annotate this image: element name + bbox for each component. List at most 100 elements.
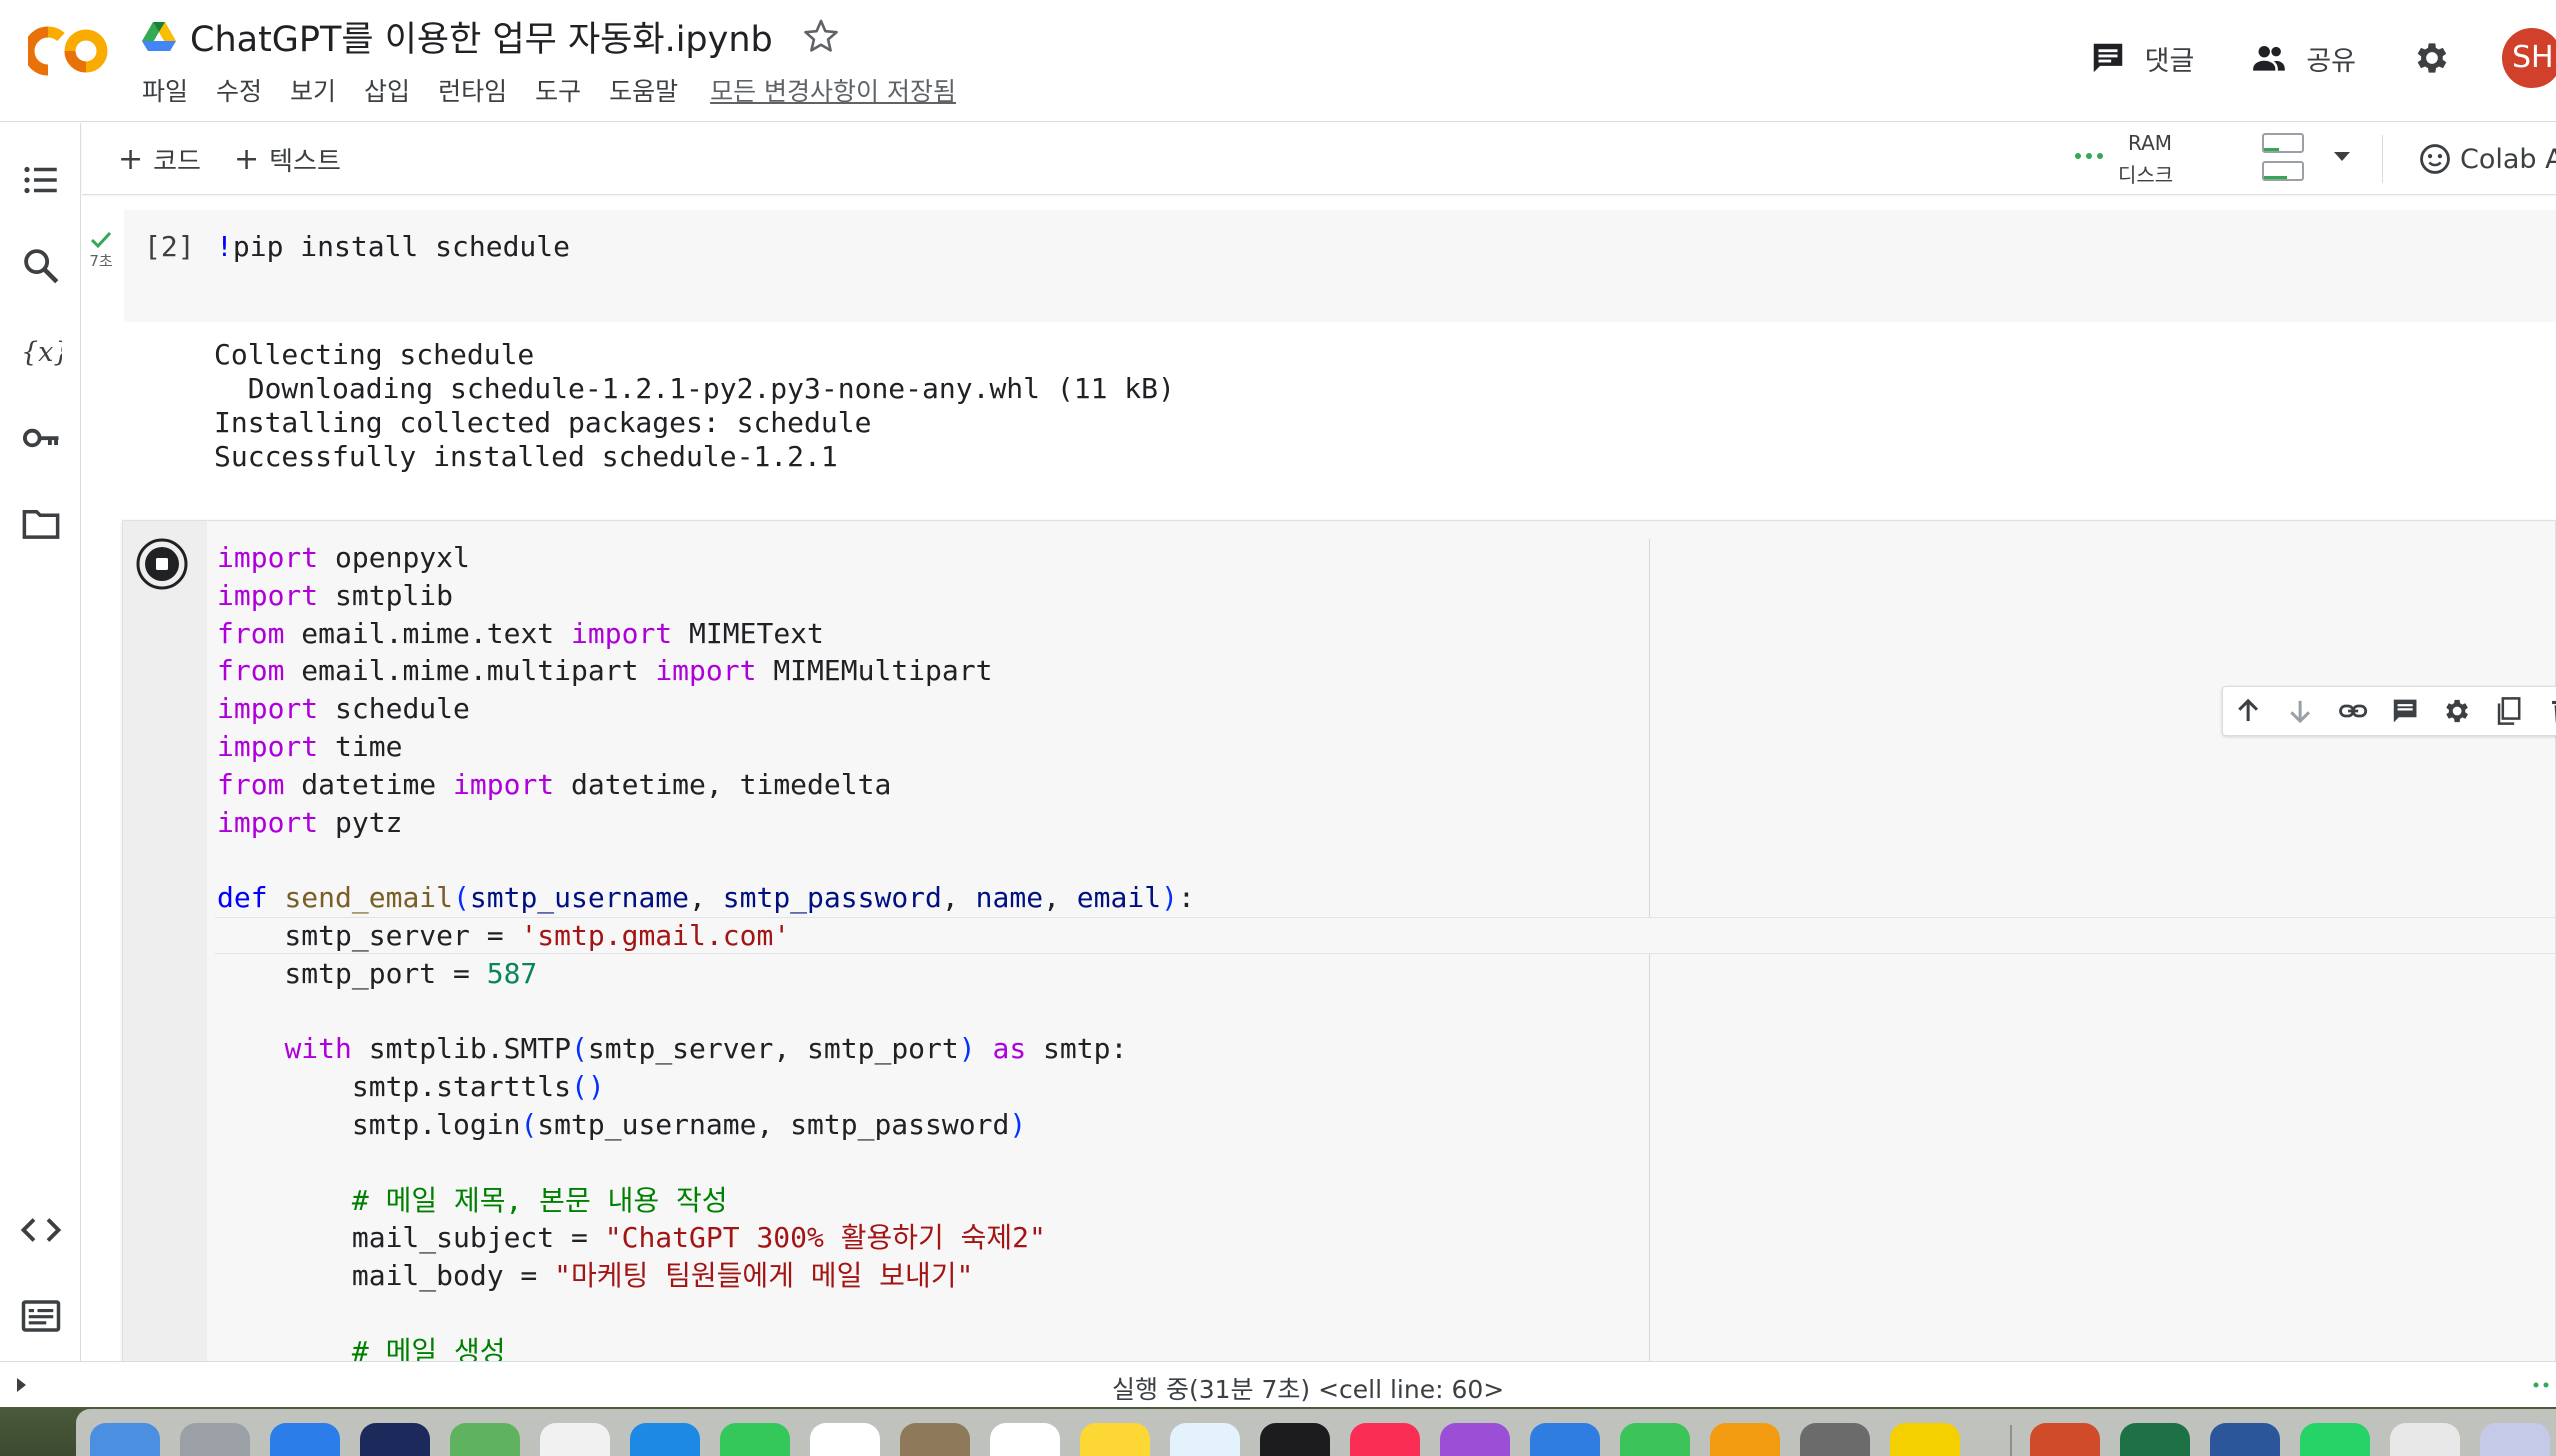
code-line[interactable]: from email.mime.text import MIMEText [217, 615, 1195, 653]
variables-icon[interactable]: {x} [20, 331, 62, 373]
move-up-icon[interactable] [2233, 695, 2263, 727]
textedit-icon[interactable] [2390, 1423, 2460, 1456]
code-line[interactable]: with smtplib.SMTP(smtp_server, smtp_port… [217, 1030, 1195, 1068]
mirror-cell-icon[interactable] [2494, 695, 2524, 727]
menu-tools[interactable]: 도구 [535, 72, 581, 108]
menu-file[interactable]: 파일 [142, 72, 188, 108]
files-folder-icon[interactable] [20, 503, 62, 545]
menu-insert[interactable]: 삽입 [364, 72, 410, 108]
menu-edit[interactable]: 수정 [216, 72, 262, 108]
code-line[interactable]: from datetime import datetime, timedelta [217, 766, 1195, 804]
code-line[interactable]: # 메일 생성 [217, 1333, 1195, 1361]
notebook-title[interactable]: ChatGPT를 이용한 업무 자동화.ipynb [190, 11, 773, 62]
code-line[interactable]: # 메일 제목, 본문 내용 작성 [217, 1182, 1195, 1220]
code-line[interactable]: import openpyxl [217, 539, 1195, 577]
code-cell-1[interactable]: [2] !pip install schedule [124, 210, 2556, 322]
settings-icon[interactable] [2442, 695, 2472, 727]
code-editor[interactable]: import openpyxl import smtplib from email.… [207, 521, 2555, 1361]
notes-icon[interactable] [1080, 1423, 1150, 1456]
whatsapp-icon[interactable] [2300, 1423, 2370, 1456]
add-text-button[interactable]: + 텍스트 [234, 139, 341, 179]
code-line[interactable] [217, 1144, 1195, 1182]
apple-tv-icon[interactable] [1260, 1423, 1330, 1456]
link-icon[interactable] [2338, 695, 2368, 727]
menu-help[interactable]: 도움말 [609, 72, 678, 108]
code-line[interactable]: smtp_port = 587 [217, 955, 1195, 993]
move-down-icon[interactable] [2285, 695, 2315, 727]
comments-button[interactable]: 댓글 [2089, 39, 2194, 78]
pages-icon[interactable] [1710, 1423, 1780, 1456]
add-code-button[interactable]: + 코드 [118, 139, 201, 179]
ram-usage-bar[interactable] [2262, 133, 2304, 153]
code-line[interactable]: import pytz [217, 804, 1195, 842]
code-cell-2[interactable]: import openpyxl import smtplib from email.… [122, 520, 2556, 1361]
freeform-icon[interactable] [1170, 1423, 1240, 1456]
code-line[interactable]: import smtplib [217, 577, 1195, 615]
code-line[interactable]: mail_subject = "ChatGPT 300% 활용하기 숙제2" [217, 1219, 1195, 1257]
music-icon[interactable] [1350, 1423, 1420, 1456]
powerpoint-icon[interactable] [2030, 1423, 2100, 1456]
stop-execution-icon[interactable] [133, 535, 191, 593]
reminders-icon[interactable] [990, 1423, 1060, 1456]
word-icon[interactable] [2210, 1423, 2280, 1456]
code-line[interactable] [217, 841, 1195, 879]
contacts-icon[interactable] [900, 1423, 970, 1456]
cell-execution-status: 7초 [88, 230, 114, 271]
user-avatar[interactable]: SH [2502, 28, 2556, 88]
menu-runtime[interactable]: 런타임 [438, 72, 507, 108]
kakaotalk-icon[interactable] [1890, 1423, 1960, 1456]
cell-2-code[interactable]: import openpyxl import smtplib from email.… [217, 539, 1195, 1361]
code-line[interactable]: mail_body = "마케팅 팀원들에게 메일 보내기" [217, 1257, 1195, 1295]
execution-count[interactable]: [2] [144, 230, 195, 263]
execution-time: 7초 [89, 252, 113, 270]
code-line[interactable]: smtp.login(smtp_username, smtp_password) [217, 1106, 1195, 1144]
menu-view[interactable]: 보기 [290, 72, 336, 108]
code-line[interactable] [217, 993, 1195, 1031]
calendar-icon[interactable] [810, 1423, 880, 1456]
disk-usage-bar[interactable] [2262, 161, 2304, 181]
table-of-contents-icon[interactable] [20, 159, 62, 201]
colab-ai-label: Colab AI [2460, 143, 2556, 175]
safari-icon[interactable] [270, 1423, 340, 1456]
search-icon[interactable] [20, 245, 62, 287]
save-status-link[interactable]: 모든 변경사항이 저장됨 [710, 72, 956, 108]
secrets-key-icon[interactable] [20, 417, 62, 459]
code-line[interactable] [217, 1295, 1195, 1333]
terminal-icon[interactable] [20, 1295, 62, 1337]
excel-icon[interactable] [2120, 1423, 2190, 1456]
numbers-icon[interactable] [1620, 1423, 1690, 1456]
code-snippets-icon[interactable] [20, 1209, 62, 1251]
settings-gear-icon[interactable] [2412, 38, 2452, 78]
colab-logo[interactable] [28, 22, 112, 80]
star-icon[interactable] [803, 18, 839, 54]
chevron-down-icon[interactable] [2332, 149, 2352, 163]
chevron-right-icon[interactable] [14, 1375, 28, 1395]
app-icon[interactable] [1530, 1423, 1600, 1456]
finder-icon[interactable] [90, 1423, 160, 1456]
system-settings-icon[interactable] [1800, 1423, 1870, 1456]
status-bar: 실행 중(31분 7초) <cell line: 60> [0, 1361, 2556, 1407]
share-button[interactable]: 공유 [2250, 39, 2356, 78]
cell-1-code[interactable]: !pip install schedule [216, 230, 570, 263]
podcasts-icon[interactable] [1440, 1423, 1510, 1456]
migration-app-icon[interactable] [360, 1423, 430, 1456]
delete-icon[interactable] [2547, 695, 2556, 727]
maps-icon[interactable] [450, 1423, 520, 1456]
code-line[interactable]: import time [217, 728, 1195, 766]
comment-icon[interactable] [2390, 695, 2420, 727]
preview-icon[interactable] [2480, 1423, 2550, 1456]
launchpad-icon[interactable] [180, 1423, 250, 1456]
status-dots-icon[interactable] [2532, 1380, 2556, 1390]
code-line[interactable]: import schedule [217, 690, 1195, 728]
runtime-status-dots-icon[interactable] [2074, 151, 2104, 161]
code-line[interactable]: smtp.starttls() [217, 1068, 1195, 1106]
colab-ai-button[interactable]: Colab AI [2418, 137, 2556, 181]
app-store-icon[interactable] [630, 1423, 700, 1456]
facetime-icon[interactable] [720, 1423, 790, 1456]
code-line[interactable]: def send_email(smtp_username, smtp_passw… [217, 879, 1195, 917]
photos-icon[interactable] [540, 1423, 610, 1456]
code-line[interactable]: smtp_server = 'smtp.gmail.com' [217, 917, 1195, 955]
google-drive-icon[interactable] [142, 21, 176, 51]
execution-status-text[interactable]: 실행 중(31분 7초) <cell line: 60> [1112, 1370, 1504, 1406]
code-line[interactable]: from email.mime.multipart import MIMEMul… [217, 652, 1195, 690]
